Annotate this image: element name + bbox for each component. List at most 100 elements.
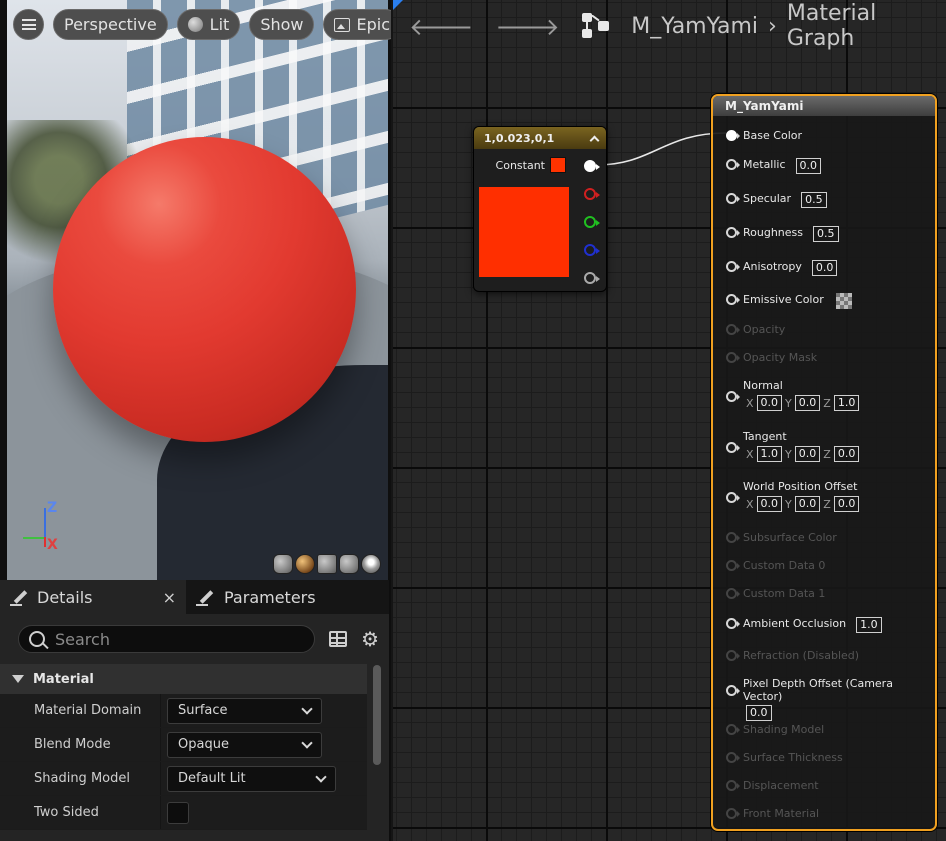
search-row: Search ⚙ [0, 614, 389, 664]
input-world-position-offset[interactable]: World Position Offset X 0.0 Y 0.0 Z 0.0 [726, 480, 860, 512]
input-pin[interactable] [726, 159, 740, 170]
input-ambient-occlusion[interactable]: Ambient Occlusion 1.0 [726, 617, 882, 633]
normal-y-value[interactable]: 0.0 [794, 395, 821, 411]
viewport-scene[interactable] [7, 0, 388, 580]
back-arrow-icon[interactable]: 🡐 [409, 12, 473, 41]
input-label: Normal [743, 379, 783, 392]
constant-node-title[interactable]: 1,0.023,0,1 [474, 127, 606, 149]
constant-node[interactable]: 1,0.023,0,1 Constant [473, 126, 607, 292]
cube-icon[interactable] [339, 554, 359, 574]
input-metallic[interactable]: Metallic 0.0 [726, 158, 822, 174]
breadcrumb-page: Material Graph [786, 1, 877, 51]
input-pin[interactable] [726, 492, 740, 503]
section-material-header[interactable]: Material [0, 664, 367, 694]
property-matrix-icon[interactable] [329, 631, 348, 647]
input-label: Front Material [743, 807, 820, 820]
input-pin[interactable] [726, 227, 740, 238]
a-output-pin[interactable] [584, 272, 600, 284]
input-pin[interactable] [726, 391, 740, 402]
cylinder-icon[interactable] [273, 554, 293, 574]
tangent-x-value[interactable]: 1.0 [756, 446, 783, 462]
input-pin [726, 808, 740, 819]
input-pin [726, 560, 740, 571]
lighting-mode-button[interactable]: Lit [176, 9, 241, 40]
input-pin[interactable] [726, 261, 740, 272]
result-node-title[interactable]: M_YamYami [713, 96, 935, 116]
input-pin[interactable] [726, 193, 740, 204]
close-tab-icon[interactable]: × [163, 588, 176, 607]
input-pin[interactable] [726, 442, 740, 453]
input-specular[interactable]: Specular 0.5 [726, 192, 827, 208]
g-output-pin[interactable] [584, 216, 600, 228]
forward-arrow-icon[interactable]: 🡒 [495, 12, 559, 41]
roughness-value[interactable]: 0.5 [813, 226, 839, 242]
lit-sphere-icon [187, 17, 203, 32]
property-row-material-domain: Material Domain Surface [0, 694, 367, 728]
checker-swatch-icon[interactable] [835, 293, 852, 309]
chevron-down-icon [301, 736, 313, 749]
teapot-icon[interactable] [361, 554, 381, 574]
input-pin [726, 724, 740, 735]
tangent-z-value[interactable]: 0.0 [833, 446, 860, 462]
b-output-pin[interactable] [584, 244, 600, 256]
dropdown-value: Default Lit [178, 771, 246, 786]
pixel-depth-offset-value[interactable]: 0.0 [746, 705, 772, 721]
shading-model-dropdown[interactable]: Default Lit [167, 765, 336, 792]
axis-label: Y [785, 447, 792, 461]
input-anisotropy[interactable]: Anisotropy 0.0 [726, 260, 838, 276]
preview-shape-bar [273, 554, 381, 574]
ambient-occlusion-value[interactable]: 1.0 [856, 617, 882, 633]
input-opacity-mask: Opacity Mask [726, 351, 817, 364]
blend-mode-dropdown[interactable]: Opaque [167, 731, 322, 758]
rgba-output-pin[interactable] [584, 160, 600, 172]
view-mode-button[interactable]: Perspective [53, 9, 168, 40]
wpo-x-value[interactable]: 0.0 [756, 496, 783, 512]
r-output-pin[interactable] [584, 188, 600, 200]
search-input[interactable]: Search [18, 625, 316, 653]
specular-value[interactable]: 0.5 [801, 192, 827, 208]
normal-z-value[interactable]: 1.0 [833, 395, 860, 411]
input-base-color[interactable]: Base Color [726, 129, 802, 142]
material-domain-dropdown[interactable]: Surface [167, 697, 322, 724]
input-label: World Position Offset [743, 480, 858, 493]
wpo-z-value[interactable]: 0.0 [833, 496, 860, 512]
material-editor: Perspective Lit Show Epic Z X Details × … [0, 0, 946, 841]
material-result-node[interactable]: M_YamYami Base Color Metallic 0.0 Specul… [711, 94, 937, 831]
viewport-menu-button[interactable] [13, 9, 44, 40]
breadcrumb-asset[interactable]: M_YamYami [631, 14, 758, 39]
collapse-icon[interactable] [589, 135, 600, 145]
tangent-y-value[interactable]: 0.0 [794, 446, 821, 462]
anisotropy-value[interactable]: 0.0 [811, 260, 838, 276]
input-pin[interactable] [726, 618, 740, 629]
axis-label: Z [823, 447, 831, 461]
input-label: Refraction (Disabled) [743, 649, 860, 662]
color-swatch[interactable] [550, 157, 566, 173]
input-pin[interactable] [726, 130, 740, 141]
tab-parameters[interactable]: Parameters [186, 580, 326, 614]
metallic-value[interactable]: 0.0 [795, 158, 822, 174]
input-pin [726, 780, 740, 791]
wpo-y-value[interactable]: 0.0 [794, 496, 821, 512]
image-icon [334, 17, 351, 32]
details-scrollbar[interactable] [373, 665, 381, 765]
show-button[interactable]: Show [249, 9, 315, 40]
input-pin[interactable] [726, 294, 740, 305]
two-sided-checkbox[interactable] [167, 801, 189, 824]
sphere-icon[interactable] [295, 554, 315, 574]
input-pin [726, 532, 740, 543]
input-pin[interactable] [726, 685, 740, 696]
section-title: Material [33, 671, 94, 687]
input-surface-thickness: Surface Thickness [726, 751, 843, 764]
plane-icon[interactable] [317, 554, 337, 574]
gear-icon[interactable]: ⚙ [361, 629, 379, 649]
material-graph-canvas[interactable]: 🡐 🡒 M_YamYami › Material Graph 1,0.023,0… [393, 0, 946, 841]
input-tangent[interactable]: Tangent X 1.0 Y 0.0 Z 0.0 [726, 430, 860, 462]
input-pixel-depth-offset[interactable]: Pixel Depth Offset (Camera Vector) 0.0 [726, 677, 935, 721]
input-normal[interactable]: Normal X 0.0 Y 0.0 Z 1.0 [726, 379, 860, 411]
input-roughness[interactable]: Roughness 0.5 [726, 226, 839, 242]
preview-viewport[interactable]: Perspective Lit Show Epic Z X [0, 0, 391, 580]
tab-details[interactable]: Details × [0, 580, 186, 614]
scalability-button[interactable]: Epic [323, 9, 391, 40]
normal-x-value[interactable]: 0.0 [756, 395, 783, 411]
input-emissive-color[interactable]: Emissive Color [726, 293, 852, 309]
